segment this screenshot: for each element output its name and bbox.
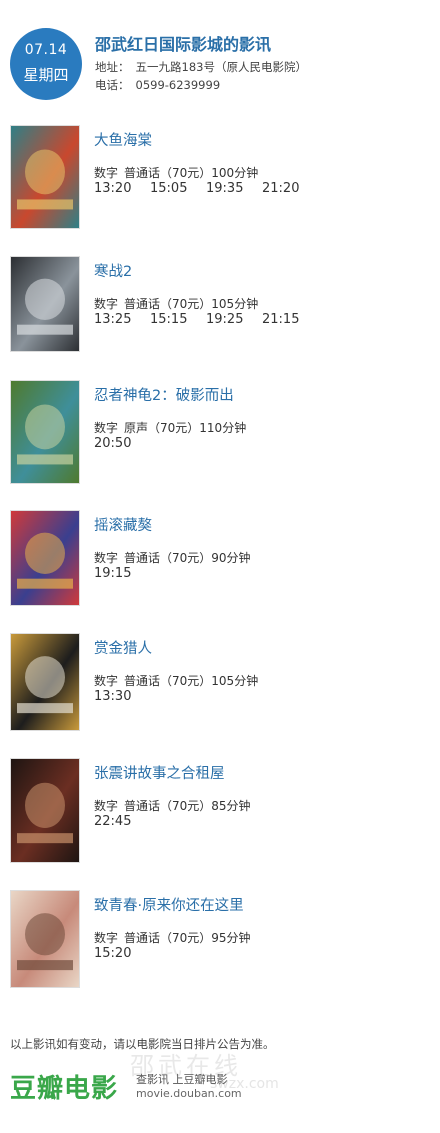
showtimes: 20:50 bbox=[94, 436, 150, 451]
showtimes: 13:25 15:15 19:25 21:15 bbox=[94, 312, 318, 327]
date-text: 07.14 bbox=[24, 42, 68, 58]
movie-poster[interactable] bbox=[10, 758, 80, 863]
showtime[interactable]: 13:30 bbox=[94, 689, 150, 704]
showtimes: 13:30 bbox=[94, 689, 150, 704]
movie-info: 数字 原声（70元）110分钟 bbox=[94, 419, 246, 436]
address-label: 地址： bbox=[95, 60, 130, 74]
movie-language-price-duration: 普通话（70元）90分钟 bbox=[124, 551, 251, 565]
movie-language-price-duration: 普通话（70元）95分钟 bbox=[124, 931, 251, 945]
movie-title[interactable]: 张震讲故事之合租屋 bbox=[94, 762, 225, 783]
movie-item[interactable]: 致青春·原来你还在这里数字 普通话（70元）95分钟 15:20 bbox=[10, 890, 430, 988]
movie-item[interactable]: 张震讲故事之合租屋数字 普通话（70元）85分钟 22:45 bbox=[10, 758, 430, 863]
movie-poster[interactable] bbox=[10, 380, 80, 484]
movie-info: 数字 普通话（70元）105分钟 bbox=[94, 295, 258, 312]
movie-poster[interactable] bbox=[10, 510, 80, 606]
weekday-text: 星期四 bbox=[23, 66, 69, 84]
address-value: 五一九路183号（原人民电影院） bbox=[135, 60, 307, 74]
movie-title[interactable]: 摇滚藏獒 bbox=[94, 514, 152, 535]
movie-item[interactable]: 大鱼海棠数字 普通话（70元）100分钟 13:20 15:05 19:35 21:20 bbox=[10, 125, 430, 229]
date-badge: 07.14 星期四 bbox=[10, 28, 82, 100]
showtime[interactable]: 13:25 bbox=[94, 312, 150, 327]
movie-format: 数字 bbox=[94, 297, 119, 311]
phone-value[interactable]: 0599-6239999 bbox=[136, 78, 221, 92]
showtime[interactable]: 19:15 bbox=[94, 566, 150, 581]
showtime[interactable]: 22:45 bbox=[94, 814, 150, 829]
movie-format: 数字 bbox=[94, 166, 119, 180]
movie-format: 数字 bbox=[94, 421, 119, 435]
showtimes: 22:45 bbox=[94, 814, 150, 829]
movie-title[interactable]: 大鱼海棠 bbox=[94, 129, 152, 150]
movie-poster[interactable] bbox=[10, 256, 80, 352]
movie-info: 数字 普通话（70元）90分钟 bbox=[94, 549, 251, 566]
movie-format: 数字 bbox=[94, 551, 119, 565]
cinema-address: 地址： 五一九路183号（原人民电影院） bbox=[95, 59, 307, 75]
showtime[interactable]: 21:20 bbox=[262, 181, 318, 196]
brand-url[interactable]: movie.douban.com bbox=[136, 1087, 242, 1100]
douban-movie-logo[interactable]: 豆瓣电影 bbox=[10, 1068, 118, 1105]
movie-poster[interactable] bbox=[10, 633, 80, 731]
movie-language-price-duration: 原声（70元）110分钟 bbox=[124, 421, 247, 435]
movie-item[interactable]: 摇滚藏獒数字 普通话（70元）90分钟 19:15 bbox=[10, 510, 430, 606]
movie-poster[interactable] bbox=[10, 890, 80, 988]
showtimes: 15:20 bbox=[94, 946, 150, 961]
showtimes: 19:15 bbox=[94, 566, 150, 581]
movie-language-price-duration: 普通话（70元）105分钟 bbox=[124, 297, 259, 311]
movie-item[interactable]: 赏金猎人数字 普通话（70元）105分钟 13:30 bbox=[10, 633, 430, 731]
movie-title[interactable]: 致青春·原来你还在这里 bbox=[94, 894, 244, 915]
showtime[interactable]: 15:20 bbox=[94, 946, 150, 961]
movie-item[interactable]: 忍者神龟2：破影而出数字 原声（70元）110分钟 20:50 bbox=[10, 380, 430, 484]
movie-info: 数字 普通话（70元）85分钟 bbox=[94, 797, 251, 814]
showtime[interactable]: 19:25 bbox=[206, 312, 262, 327]
cinema-name[interactable]: 邵武红日国际影城的影讯 bbox=[95, 31, 271, 55]
movie-info: 数字 普通话（70元）100分钟 bbox=[94, 164, 258, 181]
movie-item[interactable]: 寒战2 数字 普通话（70元）105分钟 13:25 15:15 19:25 21:15 bbox=[10, 256, 430, 352]
movie-language-price-duration: 普通话（70元）100分钟 bbox=[124, 166, 259, 180]
movie-title[interactable]: 忍者神龟2：破影而出 bbox=[94, 384, 234, 405]
showtime[interactable]: 20:50 bbox=[94, 436, 150, 451]
movie-format: 数字 bbox=[94, 674, 119, 688]
movie-info: 数字 普通话（70元）95分钟 bbox=[94, 929, 251, 946]
brand-tagline: 查影讯 上豆瓣电影 bbox=[136, 1073, 228, 1086]
showtime[interactable]: 15:15 bbox=[150, 312, 206, 327]
phone-label: 电话： bbox=[95, 78, 130, 92]
showtime[interactable]: 15:05 bbox=[150, 181, 206, 196]
movie-language-price-duration: 普通话（70元）85分钟 bbox=[124, 799, 251, 813]
showtime[interactable]: 21:15 bbox=[262, 312, 318, 327]
cinema-header: 07.14 星期四 邵武红日国际影城的影讯 地址： 五一九路183号（原人民电影院… bbox=[10, 28, 430, 100]
showtimes: 13:20 15:05 19:35 21:20 bbox=[94, 181, 318, 196]
movie-format: 数字 bbox=[94, 799, 119, 813]
movie-poster[interactable] bbox=[10, 125, 80, 229]
movie-title[interactable]: 寒战2 bbox=[94, 260, 132, 281]
showtime[interactable]: 13:20 bbox=[94, 181, 150, 196]
movie-language-price-duration: 普通话（70元）105分钟 bbox=[124, 674, 259, 688]
movie-title[interactable]: 赏金猎人 bbox=[94, 637, 152, 658]
movie-info: 数字 普通话（70元）105分钟 bbox=[94, 672, 258, 689]
showtime[interactable]: 19:35 bbox=[206, 181, 262, 196]
movie-format: 数字 bbox=[94, 931, 119, 945]
cinema-phone: 电话： 0599-6239999 bbox=[95, 77, 220, 93]
